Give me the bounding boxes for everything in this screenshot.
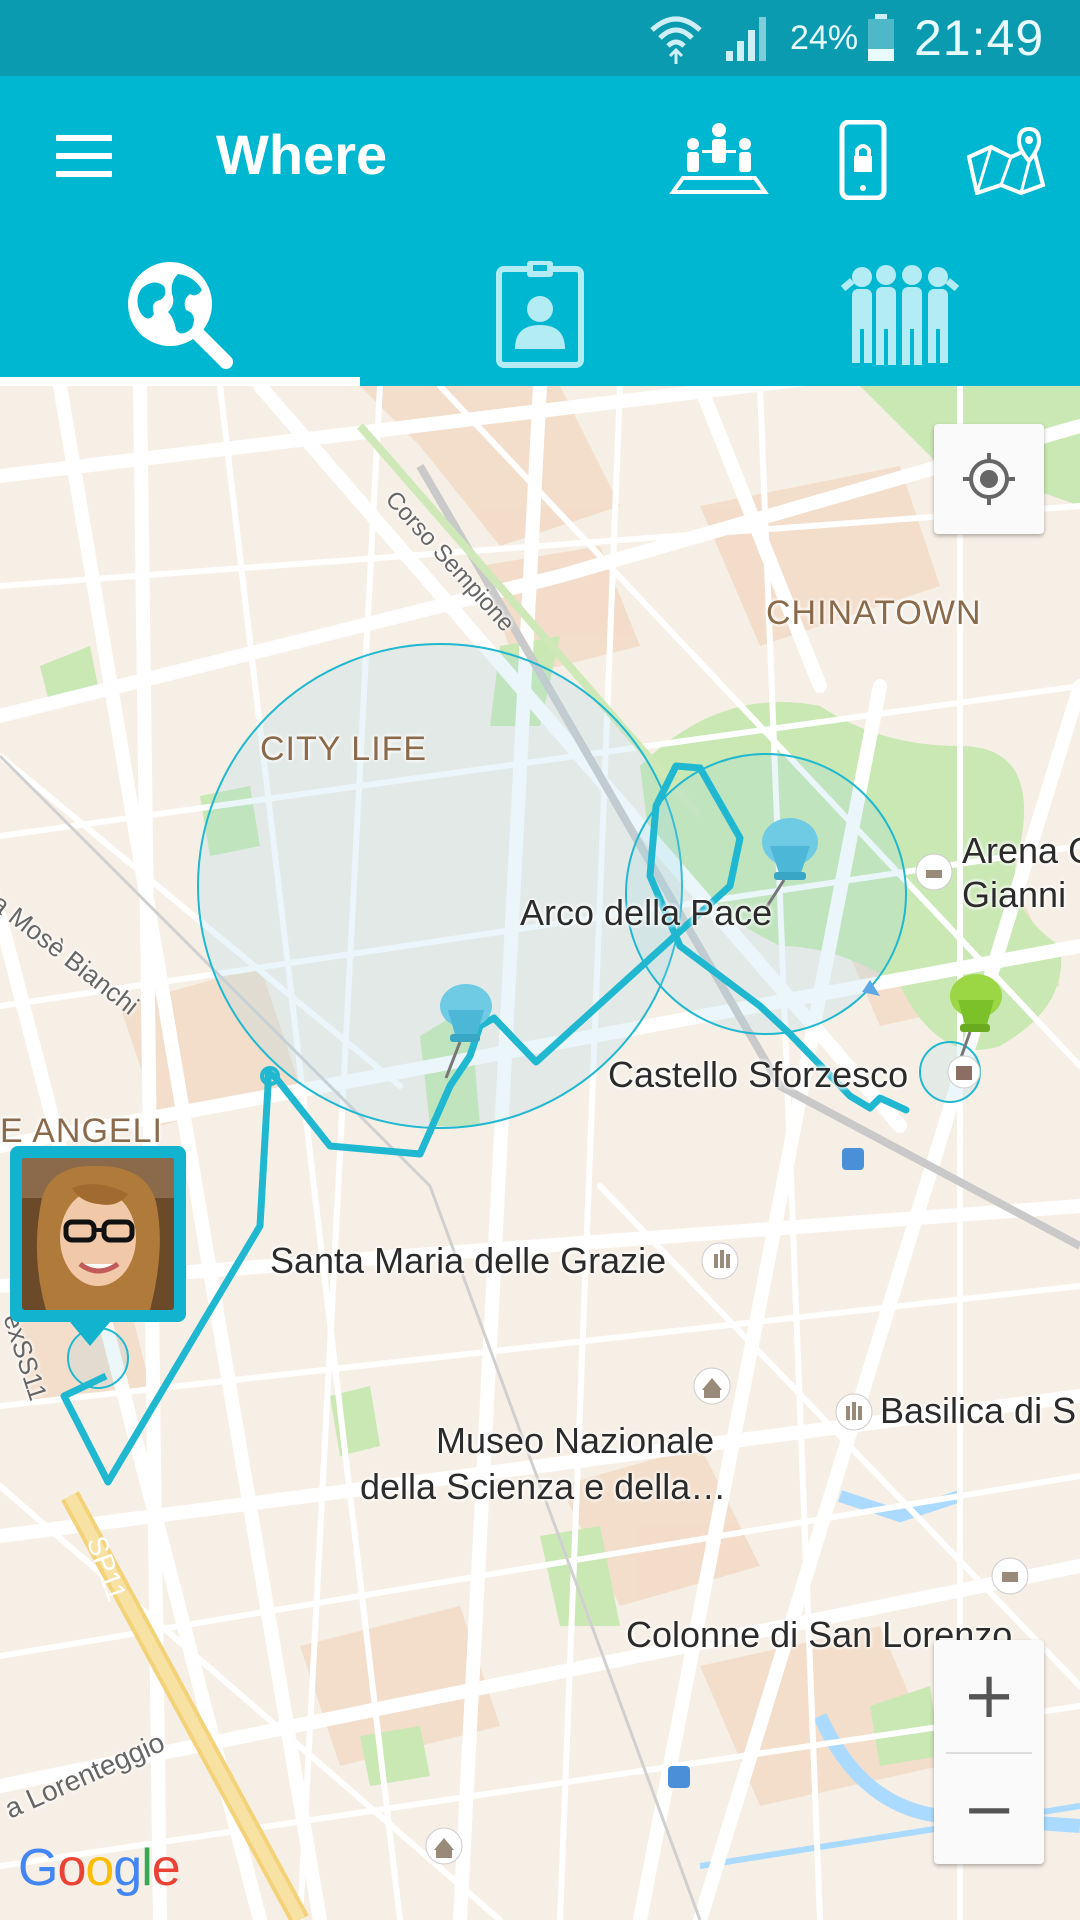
people-group-icon [840,264,960,365]
avatar-pointer [70,1322,110,1346]
map-pin-icon[interactable] [952,110,1062,210]
tab-badge[interactable] [360,241,720,386]
lock-phone-icon[interactable] [808,110,918,210]
district-chinatown: CHINATOWN [766,594,982,632]
poi-arena-line1[interactable]: Arena C [962,830,1080,872]
wifi-icon [648,0,704,76]
google-logo: Google [18,1838,181,1898]
status-bar: 24% 21:49 [0,0,1080,76]
avatar-photo [22,1158,174,1310]
zoom-in-button[interactable]: + [934,1640,1044,1752]
app-bar: Where [0,76,1080,241]
globe-search-icon [128,261,233,369]
district-city-life: CITY LIFE [260,730,428,768]
zoom-out-label: − [962,1773,1016,1847]
crosshair-icon [963,453,1015,505]
zoom-controls: + − [934,1640,1044,1864]
poi-santa-maria-delle-grazie[interactable]: Santa Maria delle Grazie [270,1240,666,1282]
poi-basilica[interactable]: Basilica di S [880,1390,1076,1432]
tab-bar [0,241,1080,386]
signal-icon [724,0,774,76]
clock: 21:49 [914,10,1045,66]
google-logo-text: Google [18,1839,181,1897]
selected-tab-indicator [0,377,360,386]
tab-search[interactable] [0,241,360,386]
tab-people[interactable] [720,241,1080,386]
zoom-out-button[interactable]: − [934,1754,1044,1866]
map-view[interactable]: Corso Sempione CHINATOWN CITY LIFE ia Mo… [0,386,1080,1920]
poi-museo-line2[interactable]: della Scienza e della… [360,1466,726,1508]
my-location-button[interactable] [934,424,1044,534]
zoom-in-label: + [962,1659,1016,1733]
poi-arena-line2[interactable]: Gianni [962,874,1066,916]
battery-icon [866,0,896,76]
poi-arco-della-pace[interactable]: Arco della Pace [520,892,772,934]
group-icon[interactable] [664,110,774,210]
battery-percent: 24% [790,18,859,57]
user-avatar-marker[interactable] [10,1146,186,1322]
poi-castello-sforzesco[interactable]: Castello Sforzesco [608,1054,908,1096]
menu-icon[interactable] [40,116,130,196]
id-badge-icon [496,260,584,368]
poi-museo-line1[interactable]: Museo Nazionale [436,1420,714,1462]
page-title: Where [216,123,388,186]
